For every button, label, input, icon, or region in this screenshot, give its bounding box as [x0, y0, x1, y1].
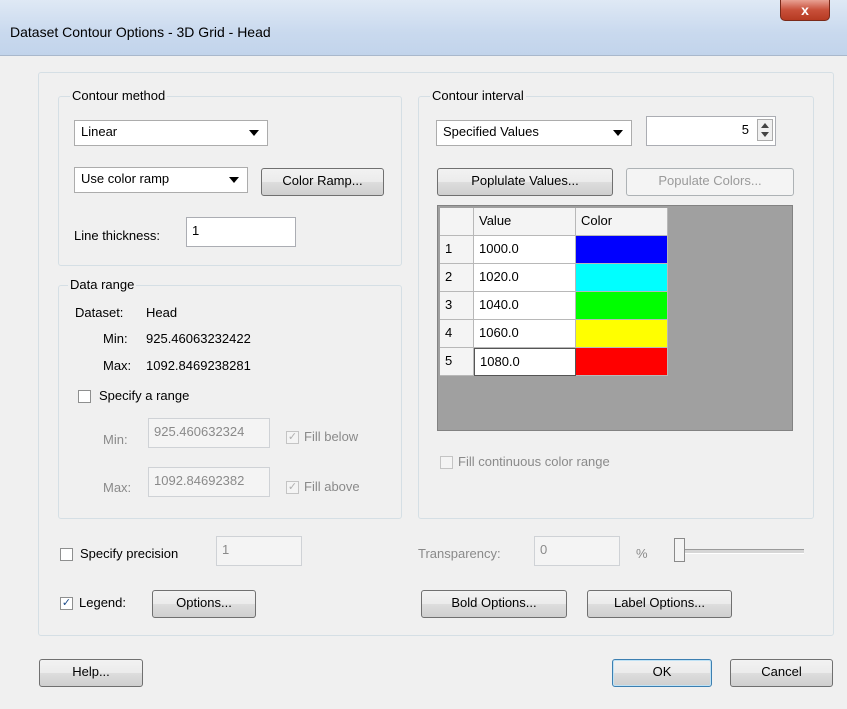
- min-label: Min:: [103, 331, 128, 346]
- specify-precision-checkbox[interactable]: [60, 548, 73, 561]
- line-thickness-input[interactable]: 1: [186, 217, 296, 247]
- ok-button[interactable]: OK: [612, 659, 712, 687]
- table-cell-color[interactable]: [576, 348, 668, 376]
- chevron-down-icon: [249, 130, 259, 136]
- specify-range-checkbox[interactable]: [78, 390, 91, 403]
- data-range-label: Data range: [68, 277, 137, 292]
- close-button[interactable]: x: [780, 0, 830, 21]
- interval-mode-select[interactable]: Specified Values: [436, 120, 632, 146]
- table-cell-color[interactable]: [576, 320, 668, 348]
- max-label: Max:: [103, 358, 132, 373]
- contour-method-select[interactable]: Linear: [74, 120, 268, 146]
- table-header-index: [440, 208, 474, 236]
- fill-continuous-checkbox[interactable]: [440, 456, 453, 469]
- table-cell-value[interactable]: 1000.0: [474, 236, 576, 264]
- table-header-value: Value: [474, 208, 576, 236]
- help-button[interactable]: Help...: [39, 659, 143, 687]
- transparency-label: Transparency:: [418, 546, 501, 561]
- chevron-down-icon: [229, 177, 239, 183]
- legend-checkbox[interactable]: ✓: [60, 597, 73, 610]
- chevron-down-icon: [613, 130, 623, 136]
- precision-input[interactable]: 1: [216, 536, 302, 566]
- ramp-mode-select[interactable]: Use color ramp: [74, 167, 248, 193]
- legend-label: Legend:: [79, 595, 126, 610]
- range-max-input[interactable]: 1092.84692382: [148, 467, 270, 497]
- table-cell-color[interactable]: [576, 292, 668, 320]
- specify-precision-label: Specify precision: [80, 546, 179, 561]
- table-row-index: 5: [440, 348, 474, 376]
- color-ramp-button[interactable]: Color Ramp...: [261, 168, 384, 196]
- range-min-label: Min:: [103, 432, 128, 447]
- table-row-index: 3: [440, 292, 474, 320]
- contour-interval-label: Contour interval: [430, 88, 526, 103]
- range-min-input[interactable]: 925.460632324: [148, 418, 270, 448]
- table-cell-value[interactable]: 1060.0: [474, 320, 576, 348]
- spin-up-icon[interactable]: [761, 123, 769, 128]
- fill-above-label: Fill above: [304, 479, 360, 494]
- table-row-index: 2: [440, 264, 474, 292]
- dataset-value: Head: [146, 305, 178, 320]
- populate-colors-button[interactable]: Populate Colors...: [626, 168, 794, 196]
- min-value: 925.46063232422: [146, 331, 251, 346]
- table-header-color: Color: [576, 208, 668, 236]
- line-thickness-label: Line thickness:: [74, 228, 160, 243]
- cancel-button[interactable]: Cancel: [730, 659, 833, 687]
- table-cell-value[interactable]: 1020.0: [474, 264, 576, 292]
- window-title: Dataset Contour Options - 3D Grid - Head: [10, 24, 271, 40]
- table-cell-color[interactable]: [576, 236, 668, 264]
- spin-down-icon[interactable]: [761, 132, 769, 137]
- transparency-input[interactable]: 0: [534, 536, 620, 566]
- dataset-label: Dataset:: [75, 305, 124, 320]
- values-table: Value Color 1 1000.0 2 1020.0 3 1040.0 4…: [437, 205, 793, 431]
- max-value: 1092.8469238281: [146, 358, 251, 373]
- table-cell-value[interactable]: 1040.0: [474, 292, 576, 320]
- range-max-label: Max:: [103, 480, 132, 495]
- table-cell-value[interactable]: 1080.0: [474, 348, 576, 376]
- label-options-button[interactable]: Label Options...: [587, 590, 732, 618]
- table-row-index: 4: [440, 320, 474, 348]
- transparency-unit: %: [636, 546, 648, 561]
- contour-method-label: Contour method: [70, 88, 168, 103]
- contour-method-value: Linear: [81, 124, 118, 139]
- fill-continuous-label: Fill continuous color range: [458, 454, 610, 469]
- fill-above-checkbox[interactable]: ✓: [286, 481, 299, 494]
- legend-options-button[interactable]: Options...: [152, 590, 256, 618]
- fill-below-label: Fill below: [304, 429, 359, 444]
- table-cell-color[interactable]: [576, 264, 668, 292]
- populate-values-button[interactable]: Poplulate Values...: [437, 168, 613, 196]
- interval-count-spinner[interactable]: [757, 119, 773, 141]
- specify-range-label: Specify a range: [99, 388, 190, 403]
- bold-options-button[interactable]: Bold Options...: [421, 590, 567, 618]
- transparency-slider-track[interactable]: [676, 549, 804, 554]
- title-bar: Dataset Contour Options - 3D Grid - Head…: [0, 0, 847, 56]
- table-row-index: 1: [440, 236, 474, 264]
- fill-below-checkbox[interactable]: ✓: [286, 431, 299, 444]
- interval-mode-value: Specified Values: [443, 124, 539, 139]
- ramp-mode-value: Use color ramp: [81, 171, 170, 186]
- transparency-slider-thumb[interactable]: [674, 538, 685, 562]
